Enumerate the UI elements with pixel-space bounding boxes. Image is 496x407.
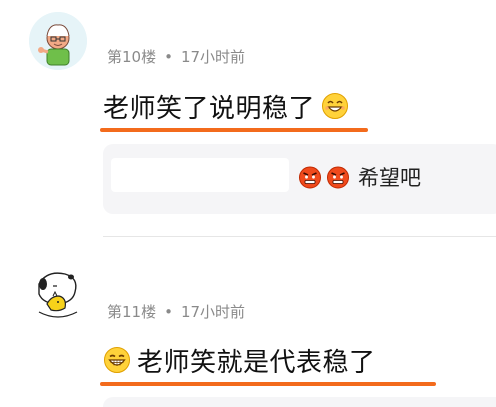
comment-item: 第11楼 • 17小时前 老师笑就是代表稳了 (0, 238, 496, 407)
cartoon-man-avatar-icon (29, 12, 87, 70)
reply-box[interactable] (103, 397, 496, 407)
timestamp: 17小时前 (180, 48, 246, 66)
floor-number: 第10楼 (107, 48, 157, 66)
comment-divider (103, 236, 496, 237)
reply-text: 希望吧 (358, 166, 421, 190)
comment-content: 老师笑就是代表稳了 (103, 340, 376, 380)
comment-content: 老师笑了说明稳了 (103, 86, 349, 126)
reply-box[interactable]: 希望吧 (103, 144, 496, 214)
snoopy-woodstock-avatar-icon (29, 266, 87, 324)
reply-content: 希望吧 (298, 162, 421, 192)
avatar[interactable] (29, 266, 87, 324)
angry-emoji-icon (298, 165, 322, 189)
comment-item: 第10楼 • 17小时前 老师笑了说明稳了 希望吧 (0, 0, 496, 238)
meta-separator: • (164, 48, 173, 66)
angry-emoji-icon (326, 165, 350, 189)
text-highlight-underline (100, 128, 368, 132)
reply-quote-area (111, 158, 289, 192)
meta-separator: • (164, 303, 173, 321)
comment-text: 老师笑了说明稳了 (103, 93, 316, 124)
text-highlight-underline (100, 382, 436, 386)
timestamp: 17小时前 (180, 303, 246, 321)
smile-emoji-icon (321, 92, 349, 120)
comment-meta: 第11楼 • 17小时前 (107, 301, 245, 322)
avatar[interactable] (29, 12, 87, 70)
comment-text: 老师笑就是代表稳了 (137, 347, 376, 378)
grin-emoji-icon (103, 346, 131, 374)
comment-meta: 第10楼 • 17小时前 (107, 46, 245, 67)
floor-number: 第11楼 (107, 303, 157, 321)
